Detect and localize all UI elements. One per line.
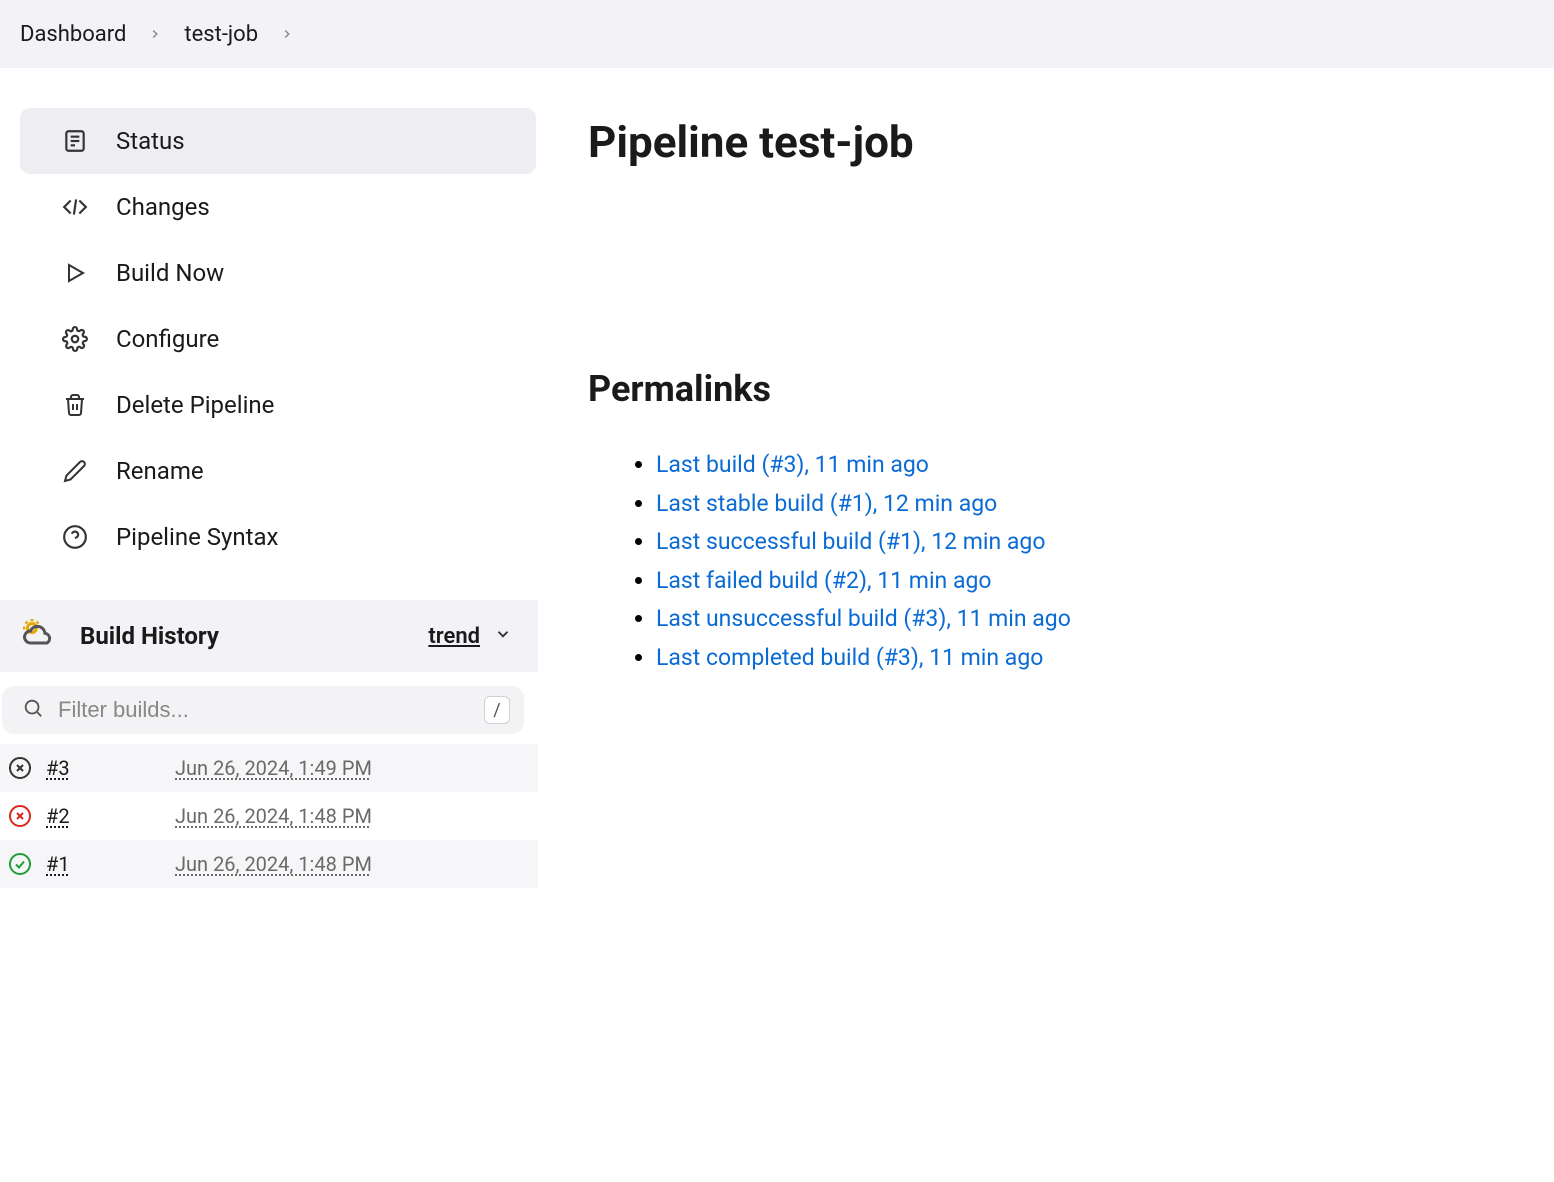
sidebar-item-label: Status: [116, 127, 185, 155]
permalinks-list: Last build (#3), 11 min ago Last stable …: [588, 448, 1554, 675]
chevron-down-icon: [494, 624, 512, 649]
aborted-status-icon: [8, 756, 32, 780]
sidebar-item-changes[interactable]: Changes: [20, 174, 536, 240]
permalink-last-completed-build[interactable]: Last completed build (#3), 11 min ago: [656, 644, 1043, 671]
play-icon: [62, 260, 88, 286]
sidebar-item-configure[interactable]: Configure: [20, 306, 536, 372]
sidebar-item-label: Changes: [116, 193, 210, 221]
search-icon: [22, 697, 44, 723]
sidebar-item-label: Delete Pipeline: [116, 391, 274, 419]
build-history-header: Build History trend: [0, 600, 538, 672]
build-number-link[interactable]: #3: [46, 756, 161, 780]
permalink-last-stable-build[interactable]: Last stable build (#1), 12 min ago: [656, 490, 997, 517]
filter-builds-input[interactable]: [58, 697, 470, 723]
sidebar-item-status[interactable]: Status: [20, 108, 536, 174]
permalink-last-build[interactable]: Last build (#3), 11 min ago: [656, 451, 929, 478]
filter-builds-search[interactable]: /: [2, 686, 524, 734]
build-history-title: Build History: [80, 622, 404, 650]
failed-status-icon: [8, 804, 32, 828]
breadcrumb: Dashboard test-job: [0, 0, 1554, 68]
build-row[interactable]: #1 Jun 26, 2024, 1:48 PM: [0, 840, 538, 888]
gear-icon: [62, 326, 88, 352]
build-number-link[interactable]: #1: [46, 852, 161, 876]
sidebar-item-label: Configure: [116, 325, 219, 353]
success-status-icon: [8, 852, 32, 876]
weather-icon: [20, 616, 56, 656]
document-icon: [62, 128, 88, 154]
trend-label: trend: [428, 624, 480, 649]
breadcrumb-job[interactable]: test-job: [184, 22, 258, 47]
chevron-right-icon: [148, 27, 162, 41]
permalink-last-unsuccessful-build[interactable]: Last unsuccessful build (#3), 11 min ago: [656, 605, 1071, 632]
sidebar-item-label: Rename: [116, 457, 204, 485]
chevron-right-icon: [280, 27, 294, 41]
sidebar-item-rename[interactable]: Rename: [20, 438, 536, 504]
permalinks-title: Permalinks: [588, 368, 1554, 410]
sidebar-item-delete-pipeline[interactable]: Delete Pipeline: [20, 372, 536, 438]
trash-icon: [62, 392, 88, 418]
sidebar-item-build-now[interactable]: Build Now: [20, 240, 536, 306]
sidebar-item-pipeline-syntax[interactable]: Pipeline Syntax: [20, 504, 536, 570]
pencil-icon: [62, 458, 88, 484]
help-icon: [62, 524, 88, 550]
code-icon: [62, 194, 88, 220]
trend-link[interactable]: trend: [428, 624, 512, 649]
slash-shortcut-hint: /: [484, 696, 510, 724]
sidebar: Status Changes Build Now Configure Delet: [0, 68, 538, 888]
permalink-last-successful-build[interactable]: Last successful build (#1), 12 min ago: [656, 528, 1045, 555]
build-number-link[interactable]: #2: [46, 804, 161, 828]
sidebar-item-label: Build Now: [116, 259, 224, 287]
breadcrumb-dashboard[interactable]: Dashboard: [20, 22, 126, 47]
page-title: Pipeline test-job: [588, 116, 1554, 168]
build-date[interactable]: Jun 26, 2024, 1:48 PM: [175, 852, 372, 876]
sidebar-item-label: Pipeline Syntax: [116, 523, 278, 551]
permalink-last-failed-build[interactable]: Last failed build (#2), 11 min ago: [656, 567, 992, 594]
build-date[interactable]: Jun 26, 2024, 1:48 PM: [175, 804, 372, 828]
build-date[interactable]: Jun 26, 2024, 1:49 PM: [175, 756, 372, 780]
main-content: Pipeline test-job Permalinks Last build …: [538, 68, 1554, 888]
build-row[interactable]: #2 Jun 26, 2024, 1:48 PM: [0, 792, 538, 840]
build-row[interactable]: #3 Jun 26, 2024, 1:49 PM: [0, 744, 538, 792]
